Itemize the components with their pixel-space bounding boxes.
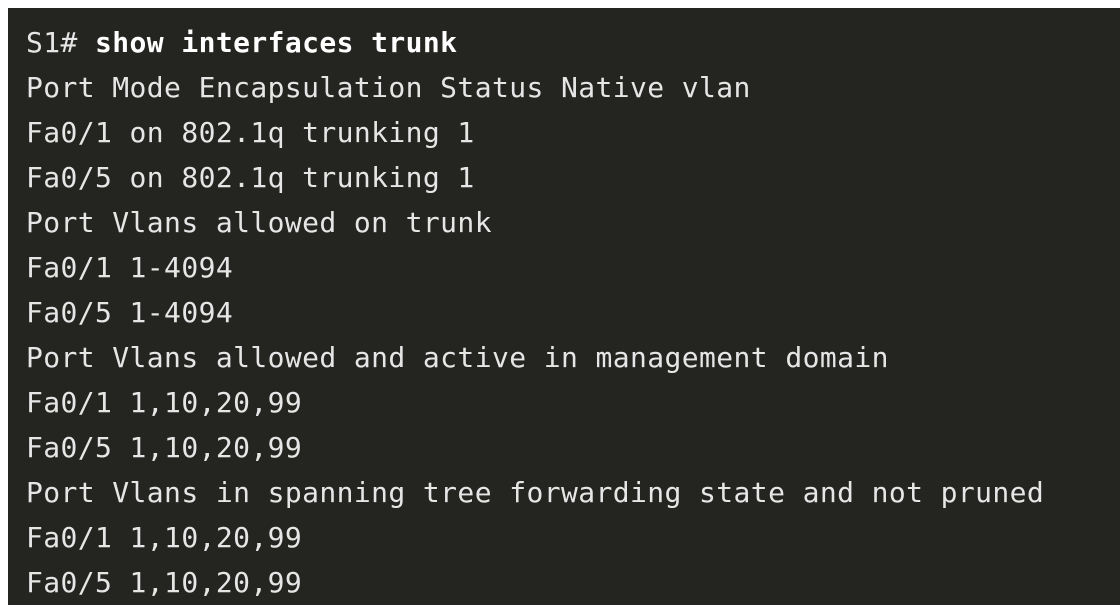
output-line: Fa0/5 1-4094 (26, 296, 234, 329)
command: show interfaces trunk (95, 26, 458, 59)
output-line: Port Mode Encapsulation Status Native vl… (26, 71, 751, 104)
terminal-window: S1# show interfaces trunk Port Mode Enca… (8, 8, 1120, 605)
terminal-output: S1# show interfaces trunk Port Mode Enca… (26, 20, 1044, 605)
output-line: Fa0/1 1-4094 (26, 251, 234, 284)
prompt: S1# (26, 26, 96, 59)
output-line: Fa0/5 1,10,20,99 (26, 431, 303, 464)
output-line: Fa0/5 1,10,20,99 (26, 566, 303, 599)
output-line: Port Vlans in spanning tree forwarding s… (26, 476, 1045, 509)
output-line: Port Vlans allowed on trunk (26, 206, 492, 239)
output-line: Fa0/1 1,10,20,99 (26, 521, 303, 554)
output-line: Fa0/1 1,10,20,99 (26, 386, 303, 419)
output-line: Fa0/1 on 802.1q trunking 1 (26, 116, 475, 149)
command-line: S1# show interfaces trunk (26, 20, 1044, 65)
output-line: Fa0/5 on 802.1q trunking 1 (26, 161, 475, 194)
output-line: Port Vlans allowed and active in managem… (26, 341, 889, 374)
